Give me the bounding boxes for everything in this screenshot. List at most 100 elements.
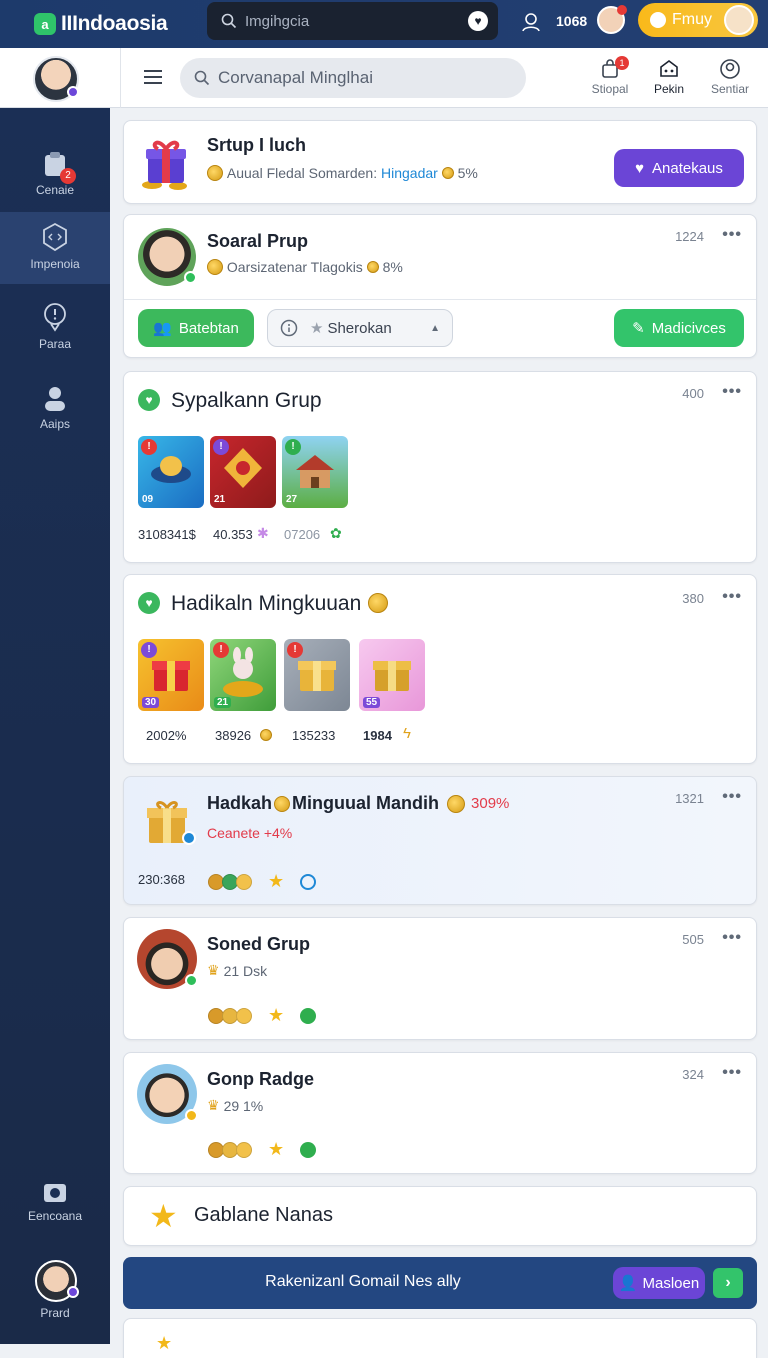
group-card-hadkah: Hadkah Minguual Mandih 309% Ceanete +4% … [123,776,757,905]
group-avatar[interactable] [138,228,197,286]
share-dropdown[interactable]: ★ Sherokan ▲ [267,309,453,347]
star-icon: ★ [268,871,285,891]
sidebar-item-aaips[interactable]: Aaips [0,372,110,444]
info-icon [280,319,298,337]
group-card-soned: Soned Grup ♛ 21 Dsk 505 ••• ★ [123,917,757,1040]
reward-row: ★ [208,1005,317,1026]
join-button[interactable]: 👥 Batebtan [138,309,254,347]
sidebar-profile-avatar[interactable] [35,1260,79,1302]
coin-icon [260,729,272,741]
more-options-icon[interactable]: ••• [722,929,742,947]
footer-action-button[interactable]: 👤 Masloen [613,1267,705,1299]
coin-icon [207,165,223,181]
profile-avatar[interactable] [33,56,79,102]
header-nav-profile[interactable]: Sentiar [698,56,762,96]
smile-coin-icon [368,593,388,613]
more-options-icon[interactable]: ••• [722,1064,742,1082]
game-tile[interactable]: ! [284,639,350,711]
sidebar-item-cenaie[interactable]: 2 Cenaie [0,138,110,210]
heart-icon: ♥ [635,159,644,177]
chevron-up-icon: ▲ [430,322,440,334]
promo-card: Srtup I luch Auual Fledal Somarden: Hing… [123,120,757,204]
status-dot [67,1286,79,1298]
game-tile[interactable]: ! 09 [138,436,204,508]
game-art-icon [296,455,334,488]
game-tile[interactable]: ! 30 [138,639,204,711]
more-options-icon[interactable]: ••• [722,788,742,806]
card-title: Gablane Nanas [194,1204,333,1226]
sidebar-item-label: Paraa [38,337,72,351]
stat-value: 230:368 [138,872,185,887]
more-options-icon[interactable]: ••• [722,226,742,244]
top-cta-label: Fmuy [672,11,712,28]
store-icon [660,60,678,77]
card-count: 1224 [675,229,704,244]
footer-text: Rakenizanl Gomail Nes ally [265,1273,461,1290]
game-tile[interactable]: ! 21 [210,639,276,711]
sidebar-item-label: Eencoana [27,1209,83,1223]
moderate-button[interactable]: ✎ Madicivces [614,309,744,347]
footer-banner: Rakenizanl Gomail Nes ally 👤 Masloen › [123,1257,757,1309]
sidebar-item-eencoana[interactable]: Eencoana [0,1164,110,1236]
group-avatar[interactable] [137,1064,198,1124]
game-tile[interactable]: 55 [359,639,425,711]
top-search-placeholder: Imgihgcia [245,12,310,30]
alert-pin-icon [44,303,66,332]
header-nav-shop[interactable]: 1 Stiopal [578,56,642,96]
game-tile[interactable]: ! 21 [210,436,276,508]
logo-icon: a [34,13,56,35]
search-icon [194,70,210,86]
tile-badge: ! [285,439,301,455]
check-badge-icon [300,1141,317,1158]
tile-number: 21 [214,697,232,708]
promo-action-button[interactable]: ♥ Anatekaus [614,149,744,187]
top-cta-button[interactable]: Fmuy [638,3,758,37]
card-subtitle-pct: 5% [457,165,478,181]
top-search-input[interactable]: Imgihgcia ♥ [207,2,498,40]
coin-icon [236,1141,252,1158]
heart-icon: ♥ [138,389,160,411]
game-tile[interactable]: ! 27 [282,436,348,508]
card-count: 400 [682,386,704,401]
card-title-rest: Minguual Mandih [292,793,440,813]
group-card-gablane[interactable]: ★ Gablane Nanas [123,1186,757,1246]
sparkle-icon: ✱ [257,525,269,541]
sidebar-item-paraa[interactable]: Paraa [0,292,110,364]
app-logo[interactable]: a IIIndoaosia [34,12,204,36]
sidebar-item-impenoia[interactable]: Impenoia [0,212,110,284]
sidebar: 2 Cenaie Impenoia Paraa Aaips Eencoana P… [0,108,110,1344]
menu-icon[interactable] [144,70,162,88]
card-subtitle-link[interactable]: Hingadar [381,165,438,181]
user-circle-icon [720,59,740,79]
tile-number: 30 [142,697,160,708]
group-avatar[interactable] [137,929,198,989]
check-badge-icon [300,1007,317,1024]
card-subtitle: Auual Fledal Somarden: [226,165,378,181]
sidebar-item-label: Cenaie [35,183,75,197]
user-icon[interactable] [520,11,542,33]
main-search-input[interactable]: Corvanapal Minglhai [180,58,526,98]
more-options-icon[interactable]: ••• [722,383,742,401]
card-count: 505 [682,932,704,947]
heart-icon[interactable]: ♥ [468,11,488,31]
button-label: Madicivces [651,319,726,337]
online-dot [184,271,197,284]
card-subtitle-pct: 8% [382,259,403,275]
header-divider [120,48,121,108]
tile-badge: ! [213,642,229,658]
card-subtitle: Oarsizatenar Tlagokis [226,259,363,275]
camera-icon [44,1184,66,1202]
top-avatar[interactable] [597,5,627,34]
tile-badge: ! [213,439,229,455]
mascot-avatar [724,5,754,35]
online-dot [185,974,198,987]
sidebar-item-label: Impenoia [30,257,80,271]
stat-value: 07206 [284,527,321,542]
star-icon: ★ [149,1198,178,1234]
header-nav-store[interactable]: Pekin [637,56,701,96]
chevron-right-button[interactable]: › [713,1268,743,1298]
card-title: Soned Grup [207,934,310,954]
more-options-icon[interactable]: ••• [722,588,742,606]
stat-value: 2002% [146,728,187,743]
game-art-icon [151,456,191,483]
